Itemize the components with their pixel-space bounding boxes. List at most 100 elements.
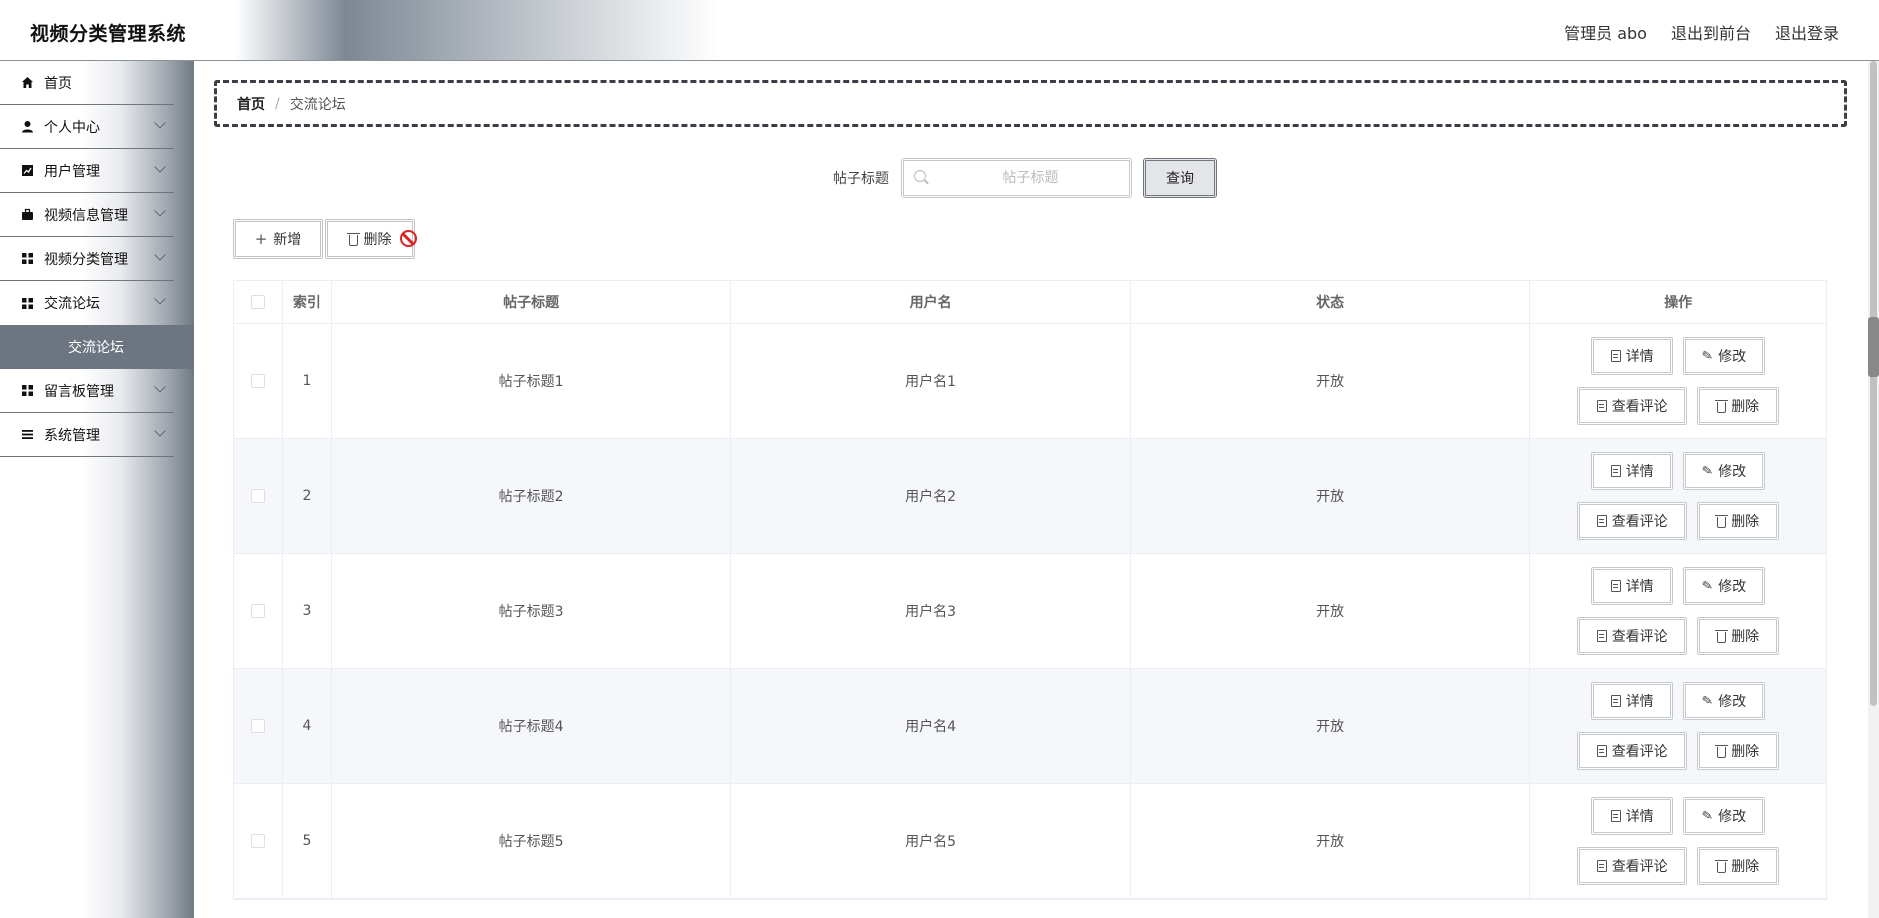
delete-button[interactable]: 删除: [1697, 387, 1780, 425]
sidebar-item-label: 视频分类管理: [44, 251, 128, 268]
sidebar-item-forum[interactable]: 交流论坛: [0, 281, 174, 325]
chevron-down-icon: [154, 381, 166, 393]
column-header-username: 用户名: [731, 281, 1131, 323]
actions-line-2: 查看评论 删除: [1577, 847, 1780, 885]
scrollbar-thumb[interactable]: [1870, 61, 1877, 706]
row-checkbox[interactable]: [250, 719, 265, 733]
top-header: 视频分类管理系统 管理员 abo 退出到前台 退出登录: [0, 0, 1879, 61]
add-button[interactable]: + 新增: [233, 219, 323, 259]
header-checkbox-cell: [234, 281, 283, 323]
document-icon: [1610, 580, 1621, 592]
row-checkbox[interactable]: [250, 604, 265, 618]
sidebar-item-message-board[interactable]: 留言板管理: [0, 369, 174, 413]
trash-icon: [1715, 629, 1729, 643]
logout-link[interactable]: 退出登录: [1775, 20, 1839, 44]
chevron-down-icon: [154, 293, 166, 305]
table-row: 2 帖子标题2 用户名2 开放 详情 ✎ 修改 查看评论 删除: [234, 439, 1826, 554]
grid-icon: [20, 296, 34, 310]
cell-status: 开放: [1131, 324, 1531, 438]
column-header-title: 帖子标题: [332, 281, 732, 323]
sidebar-item-video-info[interactable]: 视频信息管理: [0, 193, 174, 237]
cell-username: 用户名2: [731, 439, 1131, 553]
sidebar-item-label: 交流论坛: [44, 296, 100, 312]
delete-button[interactable]: 删除: [1697, 732, 1780, 770]
detail-button[interactable]: 详情: [1591, 337, 1674, 375]
forum-table: 索引 帖子标题 用户名 状态 操作 1 帖子标题1 用户名1 开放 详情 ✎ 修改…: [233, 280, 1827, 900]
detail-button[interactable]: 详情: [1591, 682, 1674, 720]
delete-button[interactable]: 删除: [1697, 502, 1780, 540]
row-checkbox[interactable]: [250, 489, 265, 503]
view-comments-button[interactable]: 查看评论: [1577, 387, 1688, 425]
detail-label: 详情: [1625, 464, 1654, 480]
document-icon: [1610, 810, 1621, 822]
sidebar-item-label: 视频信息管理: [44, 207, 128, 224]
view-comments-label: 查看评论: [1611, 744, 1668, 760]
sidebar-item-video-category[interactable]: 视频分类管理: [0, 237, 174, 281]
edit-button[interactable]: ✎ 修改: [1683, 337, 1766, 375]
sidebar-item-personal-center[interactable]: 个人中心: [0, 105, 174, 149]
edit-label: 修改: [1718, 349, 1747, 365]
sidebar-item-home[interactable]: 首页: [0, 61, 174, 105]
edit-button[interactable]: ✎ 修改: [1683, 567, 1766, 605]
trash-icon: [1715, 744, 1729, 758]
view-comments-button[interactable]: 查看评论: [1577, 617, 1688, 655]
delete-label: 删除: [1731, 744, 1760, 760]
cell-actions: 详情 ✎ 修改 查看评论 删除: [1530, 669, 1826, 783]
exit-to-front-link[interactable]: 退出到前台: [1671, 20, 1751, 44]
delete-label: 删除: [1731, 859, 1760, 875]
row-checkbox-cell: [234, 324, 283, 438]
actions-line-1: 详情 ✎ 修改: [1591, 567, 1766, 605]
sidebar-subitem-forum[interactable]: 交流论坛: [0, 325, 194, 369]
edit-button[interactable]: ✎ 修改: [1683, 682, 1766, 720]
view-comments-button[interactable]: 查看评论: [1577, 732, 1688, 770]
view-comments-button[interactable]: 查看评论: [1577, 847, 1688, 885]
list-icon: [20, 428, 34, 442]
pencil-icon: ✎: [1701, 347, 1715, 365]
plus-icon: +: [254, 230, 268, 248]
chart-icon: [20, 164, 34, 178]
select-all-checkbox[interactable]: [250, 295, 265, 309]
row-checkbox-cell: [234, 439, 283, 553]
row-checkbox[interactable]: [250, 374, 265, 388]
query-button[interactable]: 查询: [1143, 158, 1217, 198]
cell-username: 用户名3: [731, 554, 1131, 668]
detail-button[interactable]: 详情: [1591, 567, 1674, 605]
cell-actions: 详情 ✎ 修改 查看评论 删除: [1530, 554, 1826, 668]
chevron-down-icon: [154, 117, 166, 129]
table-body: 1 帖子标题1 用户名1 开放 详情 ✎ 修改 查看评论 删除 2 帖子标题2 用…: [234, 324, 1826, 899]
delete-button[interactable]: 删除: [1697, 847, 1780, 885]
cell-username: 用户名5: [731, 784, 1131, 898]
sidebar-item-user-management[interactable]: 用户管理: [0, 149, 174, 193]
delete-button[interactable]: 删除: [1697, 617, 1780, 655]
cell-title: 帖子标题4: [332, 669, 732, 783]
cell-status: 开放: [1131, 784, 1531, 898]
document-icon: [1596, 745, 1607, 757]
detail-button[interactable]: 详情: [1591, 797, 1674, 835]
row-checkbox[interactable]: [250, 834, 265, 848]
sidebar-item-label: 用户管理: [44, 163, 100, 180]
view-comments-button[interactable]: 查看评论: [1577, 502, 1688, 540]
add-button-label: 新增: [273, 232, 302, 248]
cell-username: 用户名1: [731, 324, 1131, 438]
table-row: 3 帖子标题3 用户名3 开放 详情 ✎ 修改 查看评论 删除: [234, 554, 1826, 669]
search-input[interactable]: [938, 165, 1123, 191]
cell-actions: 详情 ✎ 修改 查看评论 删除: [1530, 784, 1826, 898]
document-icon: [1596, 400, 1607, 412]
column-header-status: 状态: [1131, 281, 1531, 323]
sidebar-item-system[interactable]: 系统管理: [0, 413, 174, 457]
edit-button[interactable]: ✎ 修改: [1683, 797, 1766, 835]
trash-icon: [1715, 859, 1729, 873]
column-header-index: 索引: [283, 281, 332, 323]
actions-line-2: 查看评论 删除: [1577, 617, 1780, 655]
breadcrumb: 首页 / 交流论坛: [214, 80, 1847, 127]
detail-button[interactable]: 详情: [1591, 452, 1674, 490]
chevron-down-icon: [154, 249, 166, 261]
sidebar-item-label: 个人中心: [44, 119, 100, 136]
breadcrumb-home[interactable]: 首页: [237, 94, 265, 114]
scrollbar-grip[interactable]: [1868, 317, 1879, 377]
vertical-scrollbar[interactable]: [1868, 61, 1879, 918]
edit-button[interactable]: ✎ 修改: [1683, 452, 1766, 490]
table-header-row: 索引 帖子标题 用户名 状态 操作: [234, 281, 1826, 324]
cell-index: 2: [283, 439, 332, 553]
chevron-down-icon: [154, 425, 166, 437]
